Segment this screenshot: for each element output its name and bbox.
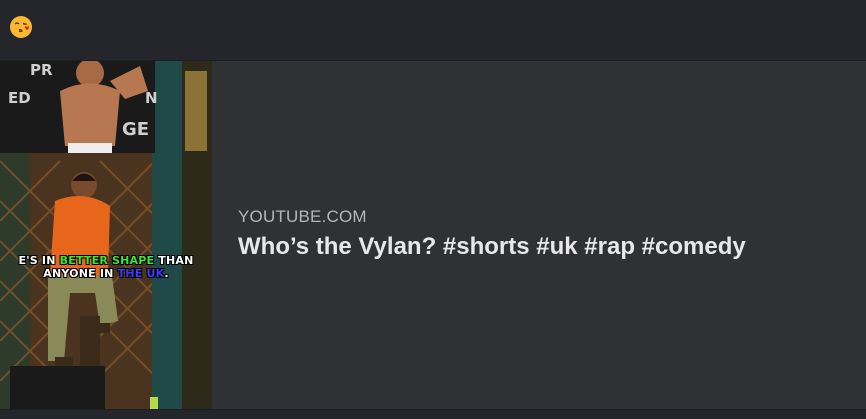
svg-text:GE: GE [122, 119, 149, 140]
caption-line-1: E'S IN BETTER SHAPE THAN [18, 254, 194, 267]
caption-line-2: ANYONE IN THE UK. [43, 267, 169, 280]
video-title-link[interactable]: Who’s the Vylan? #shorts #uk #rap #comed… [238, 233, 746, 261]
thumbnail-caption: E'S IN BETTER SHAPE THAN ANYONE IN THE U… [0, 254, 212, 280]
video-thumbnail[interactable]: PR ED N GE E'S IN BETTER SHAPE THAN ANYO… [0, 61, 212, 409]
site-name: YOUTUBE.COM [238, 207, 367, 226]
svg-text:N: N [145, 89, 158, 107]
face-blowing-kiss-icon[interactable] [9, 15, 33, 39]
link-preview-card[interactable]: PR ED N GE E'S IN BETTER SHAPE THAN ANYO… [0, 61, 866, 409]
link-preview-text: YOUTUBE.COM Who’s the Vylan? #shorts #uk… [238, 207, 746, 261]
svg-text:ED: ED [8, 89, 31, 107]
top-bar [0, 0, 866, 61]
poster-letters: PR [30, 61, 53, 79]
